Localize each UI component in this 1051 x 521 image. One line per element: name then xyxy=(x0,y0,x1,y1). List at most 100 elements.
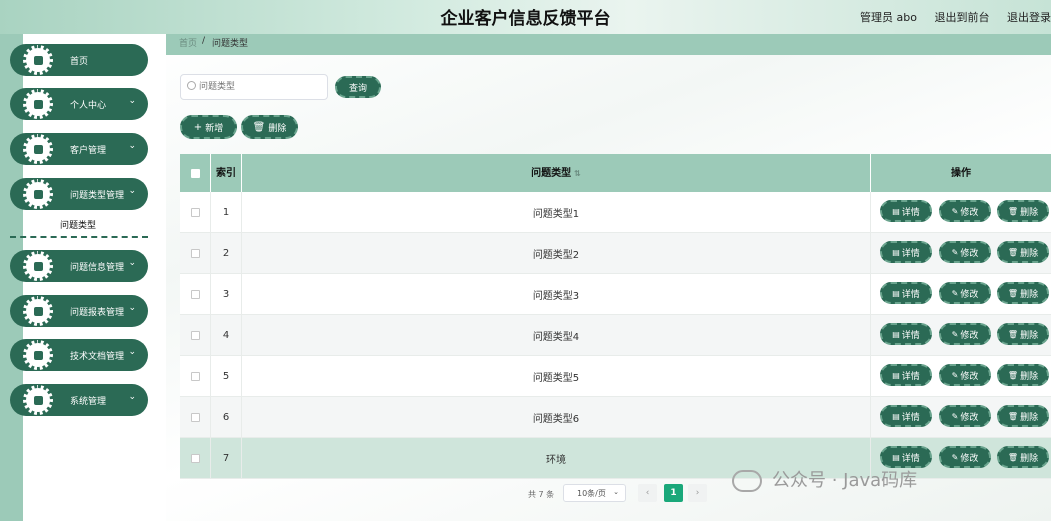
header-links: 管理员 abo 退出到前台 退出登录 xyxy=(846,9,1051,25)
row-checkbox[interactable] xyxy=(190,330,200,340)
table-row: 4 问题类型4 ▤ 详情 ✎ 修改 🗑 删除 xyxy=(180,315,1051,356)
breadcrumb-home[interactable]: 首页 xyxy=(179,36,197,49)
sidebar-item-issue-info-management[interactable]: 问题信息管理 ⌄ xyxy=(10,250,148,282)
table-row: 2 问题类型2 ▤ 详情 ✎ 修改 🗑 删除 xyxy=(180,233,1051,274)
sidebar-item-issue-type-management[interactable]: 问题类型管理 ⌄ xyxy=(10,178,148,210)
row-issue-type: 问题类型4 xyxy=(242,315,871,355)
chevron-down-icon: ⌄ xyxy=(128,303,136,313)
back-to-frontend-link[interactable]: 退出到前台 xyxy=(935,11,990,24)
table-header: 索引 问题类型 ⇅ 操作 xyxy=(180,154,1051,192)
header-issue-type[interactable]: 问题类型 ⇅ xyxy=(242,154,871,192)
page-size-select[interactable]: 10条/页 ⌄ xyxy=(563,484,626,502)
header-operations: 操作 xyxy=(951,167,971,179)
row-delete-button[interactable]: 🗑 删除 xyxy=(997,364,1049,386)
sidebar-item-personal-center[interactable]: 个人中心 ⌄ xyxy=(10,88,148,120)
sidebar-item-system-management[interactable]: 系统管理 ⌄ xyxy=(10,384,148,416)
select-all-checkbox[interactable] xyxy=(190,168,200,178)
header-issue-type-label: 问题类型 xyxy=(531,167,572,179)
detail-button[interactable]: ▤ 详情 xyxy=(880,446,932,468)
page-size-value: 10条/页 xyxy=(577,489,606,498)
header-index: 索引 xyxy=(211,154,242,192)
edit-button[interactable]: ✎ 修改 xyxy=(939,405,991,427)
breadcrumb-current: 问题类型 xyxy=(212,39,249,49)
edit-icon: ✎ xyxy=(951,411,959,421)
pagination-total: 共 7 条 xyxy=(528,490,555,499)
row-delete-button-label: 删除 xyxy=(1020,412,1039,423)
row-delete-button[interactable]: 🗑 删除 xyxy=(997,323,1049,345)
detail-button[interactable]: ▤ 详情 xyxy=(880,405,932,427)
row-issue-type: 问题类型6 xyxy=(242,397,871,437)
trash-icon: 🗑 xyxy=(1007,247,1019,257)
chevron-down-icon: ⌄ xyxy=(128,392,136,402)
row-delete-button[interactable]: 🗑 删除 xyxy=(997,200,1049,222)
logout-link[interactable]: 退出登录 xyxy=(1007,11,1051,24)
page-number-1[interactable]: 1 xyxy=(664,484,683,502)
detail-button[interactable]: ▤ 详情 xyxy=(880,200,932,222)
row-checkbox[interactable] xyxy=(190,289,200,299)
detail-button[interactable]: ▤ 详情 xyxy=(880,282,932,304)
edit-button[interactable]: ✎ 修改 xyxy=(939,364,991,386)
sidebar-subitem-issue-type[interactable]: 问题类型 xyxy=(10,210,148,238)
row-select-cell xyxy=(180,192,211,232)
breadcrumb-separator: / xyxy=(202,36,206,46)
watermark-text: 公众号 · Java码库 xyxy=(772,470,918,491)
row-delete-button[interactable]: 🗑 删除 xyxy=(997,405,1049,427)
row-index: 7 xyxy=(211,438,242,478)
sidebar-subitem-label: 问题类型 xyxy=(60,221,97,231)
sidebar-item-customer-management[interactable]: 客户管理 ⌄ xyxy=(10,133,148,165)
row-delete-button-label: 删除 xyxy=(1020,207,1039,218)
edit-button-label: 修改 xyxy=(960,453,979,464)
chevron-down-icon: ⌄ xyxy=(128,347,136,357)
query-button[interactable]: 查询 xyxy=(335,76,381,98)
sidebar-item-home[interactable]: 首页 xyxy=(10,44,148,76)
chevron-down-icon: ⌄ xyxy=(613,488,619,496)
row-index: 6 xyxy=(211,397,242,437)
row-issue-type: 问题类型5 xyxy=(242,356,871,396)
edit-button[interactable]: ✎ 修改 xyxy=(939,323,991,345)
detail-icon: ▤ xyxy=(892,206,900,216)
search-field[interactable] xyxy=(180,74,328,100)
user-icon xyxy=(23,179,53,209)
trash-icon: 🗑 xyxy=(252,121,266,133)
row-operations: ▤ 详情 ✎ 修改 🗑 删除 xyxy=(880,192,1051,232)
row-checkbox[interactable] xyxy=(190,248,200,258)
row-checkbox[interactable] xyxy=(190,453,200,463)
row-delete-button[interactable]: 🗑 删除 xyxy=(997,282,1049,304)
sidebar-item-tech-doc-management[interactable]: 技术文档管理 ⌄ xyxy=(10,339,148,371)
row-checkbox[interactable] xyxy=(190,371,200,381)
prev-page-button[interactable]: ‹ xyxy=(638,484,657,502)
edit-button-label: 修改 xyxy=(960,207,979,218)
row-delete-button[interactable]: 🗑 删除 xyxy=(997,241,1049,263)
delete-button[interactable]: 🗑 删除 xyxy=(241,115,298,139)
edit-button[interactable]: ✎ 修改 xyxy=(939,241,991,263)
row-delete-button[interactable]: 🗑 删除 xyxy=(997,446,1049,468)
trash-icon: 🗑 xyxy=(1007,329,1019,339)
detail-button[interactable]: ▤ 详情 xyxy=(880,323,932,345)
delete-button-label: 删除 xyxy=(268,123,287,134)
row-checkbox[interactable] xyxy=(190,207,200,217)
trash-icon: 🗑 xyxy=(1007,288,1019,298)
trash-icon: 🗑 xyxy=(1007,452,1019,462)
row-index: 1 xyxy=(211,192,242,232)
sidebar-item-issue-report-management[interactable]: 问题报表管理 ⌄ xyxy=(10,295,148,327)
row-delete-button-label: 删除 xyxy=(1020,330,1039,341)
edit-button-label: 修改 xyxy=(960,371,979,382)
row-issue-type: 问题类型3 xyxy=(242,274,871,314)
next-page-button[interactable]: › xyxy=(688,484,707,502)
ticket-icon xyxy=(23,340,53,370)
user-icon xyxy=(23,89,53,119)
add-button[interactable]: + 新增 xyxy=(180,115,237,139)
row-index: 5 xyxy=(211,356,242,396)
trash-icon: 🗑 xyxy=(1007,206,1019,216)
row-checkbox[interactable] xyxy=(190,412,200,422)
edit-button[interactable]: ✎ 修改 xyxy=(939,200,991,222)
edit-button[interactable]: ✎ 修改 xyxy=(939,282,991,304)
main-content: 首页 / 问题类型 查询 + 新增 🗑 删除 索引 问题类型 ⇅ 操作 xyxy=(166,34,1051,521)
issue-type-search-input[interactable] xyxy=(199,79,319,95)
sidebar-item-label: 首页 xyxy=(70,57,89,67)
detail-icon: ▤ xyxy=(892,288,900,298)
edit-button[interactable]: ✎ 修改 xyxy=(939,446,991,468)
edit-icon: ✎ xyxy=(951,370,959,380)
detail-button[interactable]: ▤ 详情 xyxy=(880,364,932,386)
detail-button[interactable]: ▤ 详情 xyxy=(880,241,932,263)
